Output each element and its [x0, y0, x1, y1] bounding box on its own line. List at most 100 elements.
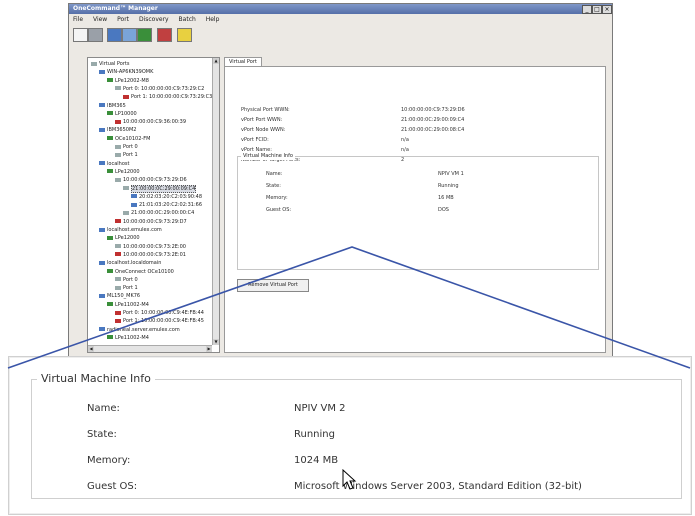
title-bar: OneCommand™ Manager _ □ ×	[69, 4, 612, 14]
menu-batch[interactable]: Batch	[179, 16, 196, 23]
tree-node[interactable]: LPe11002-M4	[107, 302, 149, 309]
tree-node[interactable]: 10:00:00:00:C9:73:29:D7	[115, 219, 187, 226]
tree-horizontal-scrollbar[interactable]: ◀ ▶	[88, 345, 212, 352]
batch-icon[interactable]	[137, 28, 152, 42]
tree-node-label: 21:01:03:20:C2:02:31:66	[139, 202, 203, 209]
fabric-view-icon[interactable]	[107, 28, 122, 42]
port-icon	[91, 61, 97, 66]
adapter-icon	[107, 302, 113, 307]
remove-virtual-port-button[interactable]: Remove Virtual Port	[237, 279, 309, 292]
tree-node[interactable]: Port 0: 10:00:00:00:C9:73:29:C2	[115, 86, 204, 93]
menu-discovery[interactable]: Discovery	[139, 16, 169, 23]
menu-view[interactable]: View	[93, 16, 107, 23]
tree-node[interactable]: IBM3650M2	[99, 127, 136, 134]
tree-node[interactable]: LPe12000	[107, 235, 140, 242]
vm-info-value: NPIV VM 1	[438, 171, 464, 177]
adapter-icon	[107, 78, 113, 83]
tree-node-label: Port 1	[123, 152, 138, 159]
adapter-icon	[107, 136, 113, 141]
host-icon	[131, 194, 137, 199]
tree-node[interactable]: 10:00:00:00:C9:73:29:D6	[115, 177, 187, 184]
tree-node-label: localhost.localdomain	[107, 260, 162, 267]
host-icon	[99, 161, 105, 166]
port-icon	[115, 277, 121, 282]
close-button[interactable]: ×	[602, 5, 612, 14]
tree-node[interactable]: 21:00:00:0C:29:00:00:C4	[123, 210, 194, 217]
tree-node[interactable]: OneConnect OCe10100	[107, 269, 174, 276]
scroll-up-icon[interactable]: ▲	[213, 58, 219, 64]
port-down-icon	[115, 219, 121, 224]
tree-node[interactable]: 10:00:00:00:C9:73:2E:00	[115, 244, 186, 251]
scroll-right-icon[interactable]: ▶	[206, 346, 212, 352]
vm-info-value: DOS	[438, 207, 449, 213]
tree-node[interactable]: 10:00:00:00:C9:36:00:39	[115, 119, 186, 126]
tree-node[interactable]: Port 0: 10:00:00:00:C9:4E:FB:44	[115, 310, 204, 317]
tree-node[interactable]: localhost.emulex.com	[99, 227, 162, 234]
adapter-icon	[107, 169, 113, 174]
tree-node-label: LP10000	[115, 110, 137, 117]
tree-node[interactable]: OCe10102-FM	[107, 136, 150, 143]
window-title: OneCommand™ Manager	[73, 5, 158, 12]
tree-node[interactable]: LPe12002-M8	[107, 78, 149, 85]
tree-node[interactable]: localhost.localdomain	[99, 260, 161, 267]
menu-help[interactable]: Help	[206, 16, 220, 23]
tree-node-label: 10:00:00:00:C9:36:00:39	[123, 119, 187, 126]
tree-node[interactable]: WIN-AP6KN39OMK	[99, 69, 153, 76]
minimize-button[interactable]: _	[582, 5, 592, 14]
tree-node-label: Port 1	[123, 285, 138, 292]
menu-file[interactable]: File	[73, 16, 83, 23]
host-icon	[99, 327, 105, 332]
tree-node-label: LPe12000	[115, 168, 140, 175]
tree-node-label: localhost	[107, 160, 130, 167]
scroll-left-icon[interactable]: ◀	[88, 346, 94, 352]
inset-title: Virtual Machine Info	[37, 371, 155, 387]
tree-node[interactable]: Port 0	[115, 277, 138, 284]
tree-vertical-scrollbar[interactable]: ▲ ▼	[212, 58, 219, 345]
tree-node[interactable]: ML150_MK76	[99, 293, 140, 300]
field-value: 21:00:00:0C:29:00:09:C4	[401, 117, 465, 123]
tree-node[interactable]: Virtual Ports	[91, 61, 129, 68]
tree-node[interactable]: LP10000	[107, 111, 137, 118]
tree-node[interactable]: LPe12000	[107, 169, 140, 176]
vport-view-icon[interactable]	[122, 28, 137, 42]
tree-node[interactable]: 21:00:00:0C:29:00:09:C4	[123, 184, 197, 193]
port-icon	[115, 244, 121, 249]
tree-node[interactable]: radioneal.server.emulex.com	[99, 327, 180, 334]
tree-node[interactable]: LPe11002-M4	[107, 335, 149, 342]
host-icon	[131, 202, 137, 207]
tree-node[interactable]: 20:02:03:20:C2:03:90:48	[131, 194, 202, 201]
field-label: vPort FCID:	[241, 137, 269, 143]
field-value: n/a	[401, 137, 409, 143]
tree-node[interactable]: localhost	[99, 161, 129, 168]
tree-node[interactable]: Port 1	[115, 285, 138, 292]
tree-node[interactable]: Port 1	[115, 152, 138, 159]
inset-value: NPIV VM 2	[294, 403, 346, 414]
tree-node-label: 21:00:00:0C:29:00:09:C4	[131, 184, 197, 193]
port-down-icon	[115, 318, 121, 323]
port-icon	[115, 86, 121, 91]
scroll-down-icon[interactable]: ▼	[213, 339, 219, 345]
menu-port[interactable]: Port	[117, 16, 129, 23]
tree-node[interactable]: Port 1: 10:00:00:00:C9:4E:FB:45	[115, 318, 204, 325]
mouse-pointer-icon	[342, 469, 357, 490]
maximize-button[interactable]: □	[592, 5, 602, 14]
discovery-icon[interactable]	[73, 28, 88, 42]
tree-node-label: 10:00:00:00:C9:73:29:D7	[123, 218, 187, 225]
port-icon	[115, 177, 121, 182]
tree-node[interactable]: Port 1: 10:00:00:00:C9:73:29:C3	[123, 94, 212, 101]
tree-node[interactable]: IBM365	[99, 103, 126, 110]
menu-bar: File View Port Discovery Batch Help	[69, 15, 612, 25]
tree-node-label: Port 1: 10:00:00:00:C9:73:29:C3	[131, 94, 213, 101]
tree-node[interactable]: 10:00:00:00:C9:73:2E:01	[115, 252, 186, 259]
host-icon	[99, 227, 105, 232]
port-icon	[115, 152, 121, 157]
field-label: vPort Port WWN:	[241, 117, 283, 123]
host-view-icon[interactable]	[88, 28, 103, 42]
vm-info-value: 16 MB	[438, 195, 454, 201]
tree-node[interactable]: 21:01:03:20:C2:02:31:66	[131, 202, 202, 209]
port-icon	[115, 285, 121, 290]
discovery-tree[interactable]: Virtual Ports WIN-AP6KN39OMK LPe12002-M8 Po…	[87, 57, 220, 353]
help-icon[interactable]	[177, 28, 192, 42]
find-icon[interactable]	[157, 28, 172, 42]
tree-node[interactable]: Port 0	[115, 144, 138, 151]
